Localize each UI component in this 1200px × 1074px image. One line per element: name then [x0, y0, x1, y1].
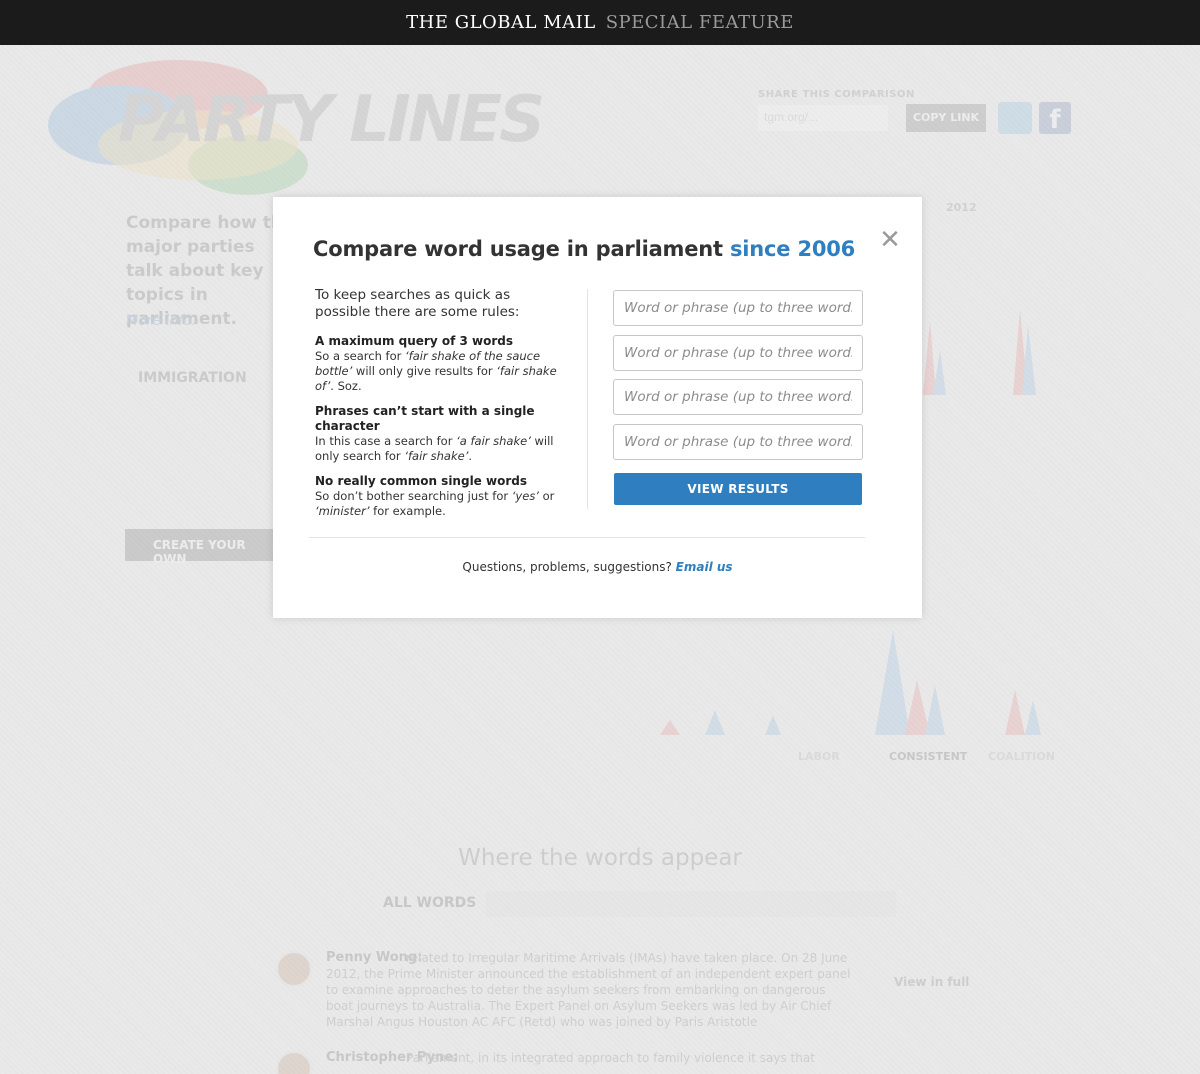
rule-heading: A maximum query of 3 words	[315, 334, 513, 348]
search-rules: To keep searches as quick as possible th…	[315, 287, 567, 529]
top-bar: THE GLOBAL MAIL SPECIAL FEATURE	[0, 0, 1200, 45]
word-input-4[interactable]	[613, 423, 863, 460]
rule-heading: No really common single words	[315, 474, 527, 488]
view-results-button[interactable]: VIEW RESULTS	[614, 473, 862, 505]
email-us-link[interactable]: Email us	[676, 560, 733, 574]
dialog-title: Compare word usage in parliament since 2…	[313, 237, 855, 261]
word-input-2[interactable]	[613, 334, 863, 371]
site-brand[interactable]: THE GLOBAL MAIL	[406, 12, 596, 33]
rules-intro: To keep searches as quick as possible th…	[315, 287, 520, 320]
special-feature-label: SPECIAL FEATURE	[605, 12, 794, 33]
rule-item: Phrases can’t start with a single charac…	[315, 404, 567, 464]
dialog-title-accent: since 2006	[730, 237, 856, 261]
word-fields	[613, 290, 863, 468]
rule-body: So don’t bother searching just for ‘yes’…	[315, 489, 555, 518]
rule-item: A maximum query of 3 words So a search f…	[315, 334, 567, 394]
rule-body: In this case a search for ‘a fair shake’…	[315, 434, 554, 463]
footer-text: Questions, problems, suggestions?	[462, 560, 672, 574]
rule-body: So a search for ‘fair shake of the sauce…	[315, 349, 557, 393]
word-input-3[interactable]	[613, 379, 863, 415]
dialog-title-main: Compare word usage in parliament	[313, 237, 723, 261]
rule-item: No really common single words So don’t b…	[315, 474, 567, 519]
close-icon[interactable]: ✕	[879, 227, 901, 253]
vertical-divider	[587, 289, 588, 509]
horizontal-divider	[309, 537, 865, 538]
word-input-1[interactable]	[613, 290, 863, 326]
rule-heading: Phrases can’t start with a single charac…	[315, 404, 535, 433]
dialog-footer: Questions, problems, suggestions? Email …	[273, 560, 922, 574]
compare-dialog: Compare word usage in parliament since 2…	[273, 197, 922, 618]
